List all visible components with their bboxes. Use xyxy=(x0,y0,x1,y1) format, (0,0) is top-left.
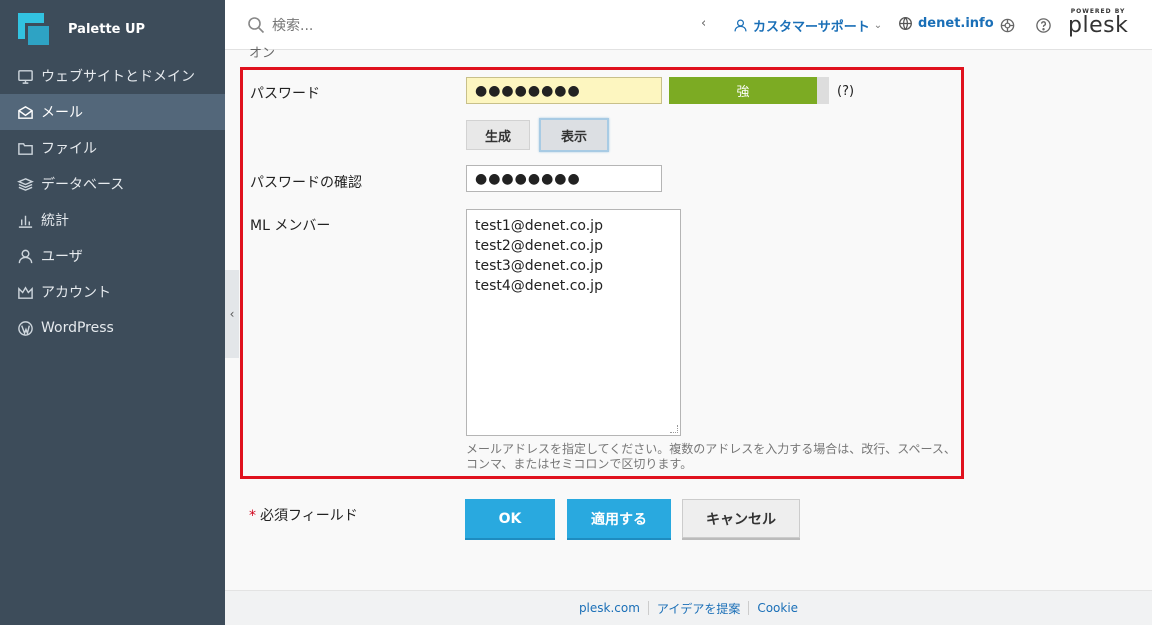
list-item: test2@denet.co.jp xyxy=(475,238,603,254)
top-bar: 検索... ‹ カスタマーサポート ⌄ denet.info POWERED B… xyxy=(225,0,1152,50)
required-star: * xyxy=(249,508,256,524)
sidebar-item-label: データベース xyxy=(41,177,125,193)
apply-button[interactable]: 適用する xyxy=(567,499,671,538)
search-box[interactable]: 検索... xyxy=(247,15,677,35)
hint-text: メールアドレスを指定してください。複数のアドレスを入力する場合は、改行、スペース… xyxy=(466,442,956,471)
status-label: オン xyxy=(249,46,276,61)
chevron-left-icon: ‹ xyxy=(229,307,235,321)
confirm-password-input[interactable]: ●●●●●●●● xyxy=(466,165,662,192)
ok-button[interactable]: OK xyxy=(465,499,555,538)
required-label: 必須フィールド xyxy=(260,508,358,524)
footer-link-plesk[interactable]: plesk.com xyxy=(571,601,648,615)
generate-button[interactable]: 生成 xyxy=(466,120,530,150)
ml-members-textarea[interactable]: test1@denet.co.jp test2@denet.co.jp test… xyxy=(466,209,681,436)
sidebar-item-websites[interactable]: ウェブサイトとドメイン xyxy=(0,58,225,94)
password-input[interactable]: ●●●●●●●● xyxy=(466,77,662,104)
sidebar-item-users[interactable]: ユーザ xyxy=(0,238,225,274)
sidebar-item-files[interactable]: ファイル xyxy=(0,130,225,166)
brand-name: Palette UP xyxy=(68,21,146,37)
globe-icon xyxy=(899,17,912,30)
crown-icon xyxy=(16,283,34,301)
user-icon xyxy=(734,19,747,32)
list-item: test4@denet.co.jp xyxy=(475,278,603,294)
sidebar-item-databases[interactable]: データベース xyxy=(0,166,225,202)
password-strength-meter: 強 xyxy=(669,77,829,104)
cancel-button[interactable]: キャンセル xyxy=(682,499,800,538)
footer-link-cookie[interactable]: Cookie xyxy=(749,601,806,615)
sidebar-item-statistics[interactable]: 統計 xyxy=(0,202,225,238)
sidebar-item-label: メール xyxy=(41,105,83,121)
footer: plesk.com アイデアを提案 Cookie xyxy=(225,590,1152,625)
plesk-logo: POWERED BY plesk xyxy=(1068,8,1129,38)
sidebar-item-mail[interactable]: メール xyxy=(0,94,225,130)
show-button[interactable]: 表示 xyxy=(539,118,609,152)
chevron-down-icon: ⌄ xyxy=(873,20,883,31)
list-item: test3@denet.co.jp xyxy=(475,258,603,274)
search-icon xyxy=(248,16,265,33)
required-note: * 必須フィールド xyxy=(249,505,358,525)
sidebar-item-wordpress[interactable]: WordPress xyxy=(0,310,225,346)
sidebar: Palette UP ウェブサイトとドメイン メール ファイル データベース 統… xyxy=(0,0,225,625)
monitor-icon xyxy=(16,67,34,85)
confirm-password-label: パスワードの確認 xyxy=(250,175,362,191)
folder-icon xyxy=(16,139,34,157)
password-label: パスワード xyxy=(250,86,320,102)
ml-members-label: ML メンバー xyxy=(250,218,331,234)
highlight-box: パスワード ●●●●●●●● 強 (?) 生成 表示 パスワードの確認 ●●●●… xyxy=(240,67,964,479)
sidebar-item-label: ウェブサイトとドメイン xyxy=(41,69,195,85)
mail-icon xyxy=(16,103,34,121)
domain-menu[interactable]: denet.info xyxy=(898,16,994,31)
sidebar-item-label: WordPress xyxy=(41,320,114,336)
extensions-icon[interactable] xyxy=(998,16,1016,34)
main-content: オン パスワード ●●●●●●●● 強 (?) 生成 表示 パスワードの確認 ●… xyxy=(239,46,1152,590)
brand[interactable]: Palette UP xyxy=(0,0,225,58)
sidebar-nav: ウェブサイトとドメイン メール ファイル データベース 統計 ユーザ アカウント xyxy=(0,58,225,346)
sidebar-collapse-button[interactable]: ‹ xyxy=(225,270,239,358)
user-menu[interactable]: カスタマーサポート ⌄ xyxy=(733,16,882,35)
list-item: test1@denet.co.jp xyxy=(475,218,603,234)
bar-chart-icon xyxy=(16,211,34,229)
help-link[interactable]: (?) xyxy=(837,84,854,99)
resize-handle-icon[interactable] xyxy=(670,425,678,433)
sidebar-item-label: ユーザ xyxy=(41,249,83,265)
sidebar-item-account[interactable]: アカウント xyxy=(0,274,225,310)
password-strength-label: 強 xyxy=(736,85,750,100)
footer-link-ideas[interactable]: アイデアを提案 xyxy=(649,600,748,617)
wordpress-icon xyxy=(16,319,34,337)
sidebar-item-label: 統計 xyxy=(41,213,69,229)
user-name: カスタマーサポート xyxy=(753,20,870,35)
help-icon[interactable] xyxy=(1034,16,1052,34)
search-input[interactable]: 検索... xyxy=(272,15,313,35)
database-icon xyxy=(16,175,34,193)
domain-name: denet.info xyxy=(918,16,994,31)
user-icon xyxy=(16,247,34,265)
chevron-left-icon[interactable]: ‹ xyxy=(701,16,706,31)
sidebar-item-label: アカウント xyxy=(41,285,111,301)
brand-logo-icon xyxy=(18,13,49,45)
sidebar-item-label: ファイル xyxy=(41,141,97,157)
